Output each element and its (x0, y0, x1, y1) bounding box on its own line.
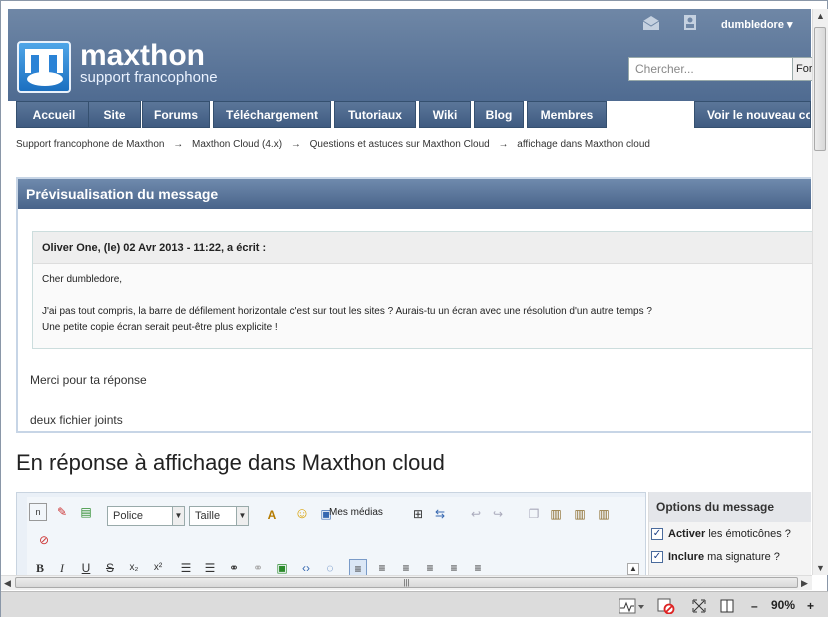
search-input[interactable]: Chercher... (628, 57, 798, 81)
quote-line: Une petite copie écran serait peut-être … (42, 322, 278, 333)
split-view-icon[interactable] (719, 598, 735, 614)
breadcrumb-arrow: → (173, 139, 184, 150)
my-media-button[interactable]: Mes médias (329, 507, 383, 518)
tab-telechargement[interactable]: Téléchargement (213, 101, 331, 128)
mail-icon[interactable] (642, 15, 660, 31)
user-menu[interactable]: dumbledore ▾ (721, 18, 793, 31)
activity-monitor-icon[interactable] (618, 598, 645, 614)
tab-forums[interactable]: Forums (142, 101, 210, 128)
quote-line: J'ai pas tout compris, la barre de défil… (42, 306, 652, 317)
tab-wiki[interactable]: Wiki (419, 101, 471, 128)
scroll-down-icon[interactable]: ▼ (816, 563, 825, 573)
gift-icon[interactable]: ⊞ (409, 505, 427, 523)
scroll-left-icon[interactable]: ◀ (4, 578, 11, 589)
chevron-down-icon: ▾ (787, 19, 793, 31)
tab-blog[interactable]: Blog (474, 101, 524, 128)
message-preview: Prévisualisation du message Oliver One, … (16, 177, 813, 433)
message-text: deux fichier joints (30, 413, 123, 427)
option-label: les émoticônes ? (705, 528, 791, 540)
font-select[interactable]: Police ▼ (107, 506, 185, 526)
editor-toolbar: n ✎ ▤ Police ▼ Taille ▼ A ☺ ▣ Mes médias ⊞… (27, 497, 645, 577)
tab-accueil[interactable]: Accueil (16, 101, 92, 128)
option-signature[interactable]: ✓ Inclure ma signature ? (651, 551, 780, 564)
site-header: maxthon support francophone dumbledore ▾… (8, 9, 818, 101)
paste-text-icon[interactable]: ▥ (571, 505, 589, 523)
remove-format-icon[interactable]: ⊘ (35, 531, 53, 549)
collapse-toolbar-icon[interactable]: ▲ (627, 563, 639, 575)
quote-line (33, 288, 813, 304)
brand-title[interactable]: maxthon (80, 39, 205, 73)
message-options: Options du message ✓ Activer les émoticôn… (648, 492, 811, 577)
tab-voir-nouveau[interactable]: Voir le nouveau co (694, 101, 811, 128)
eraser-icon[interactable]: ✎ (53, 503, 71, 521)
options-title: Options du message (649, 492, 811, 522)
breadcrumb-current: affichage dans Maxthon cloud (517, 139, 650, 150)
breadcrumb-link-home[interactable]: Support francophone de Maxthon (16, 139, 164, 150)
user-name: dumbledore (721, 19, 784, 31)
breadcrumb-link-questions[interactable]: Questions et astuces sur Maxthon Cloud (310, 139, 490, 150)
source-icon[interactable]: n (29, 503, 47, 521)
status-bar: – 90% + (1, 591, 828, 617)
horizontal-scroll-thumb[interactable]: ||| (15, 577, 798, 588)
browser-window: maxthon support francophone dumbledore ▾… (0, 0, 828, 617)
quote-line: Cher dumbledore, (42, 274, 123, 285)
table-icon[interactable]: ▤ (77, 503, 95, 521)
scroll-right-icon[interactable]: ▶ (801, 578, 808, 589)
main-nav: Accueil Site Forums Téléchargement Tutor… (8, 101, 811, 129)
block-icon[interactable] (657, 598, 675, 615)
paste-icon[interactable]: ▥ (547, 505, 565, 523)
size-select-value: Taille (195, 510, 221, 522)
tab-site[interactable]: Site (88, 101, 141, 128)
zoom-in-button[interactable]: + (807, 598, 814, 614)
tab-membres[interactable]: Membres (527, 101, 607, 128)
brand-subtitle: support francophone (80, 69, 218, 86)
chevron-down-icon: ▼ (236, 507, 248, 525)
preview-title: Prévisualisation du message (18, 179, 811, 209)
zoom-out-button[interactable]: – (751, 598, 758, 614)
rich-text-editor: n ✎ ▤ Police ▼ Taille ▼ A ☺ ▣ Mes médias ⊞… (16, 492, 646, 577)
checkbox-checked-icon[interactable]: ✓ (651, 528, 663, 541)
checkbox-checked-icon[interactable]: ✓ (651, 551, 663, 564)
reply-title: En réponse à affichage dans Maxthon clou… (16, 450, 445, 475)
option-label: ma signature ? (704, 551, 780, 563)
zoom-level[interactable]: 90% (771, 598, 795, 612)
translate-icon[interactable]: ⇆ (431, 505, 449, 523)
emoticon-icon[interactable]: ☺ (293, 505, 311, 523)
text-color-icon[interactable]: A (263, 506, 281, 524)
quote-author: Oliver One, (le) 02 Avr 2013 - 11:22, a … (33, 232, 813, 264)
copy-icon[interactable]: ❐ (525, 505, 543, 523)
scroll-up-icon[interactable]: ▲ (816, 11, 825, 21)
option-emoticons[interactable]: ✓ Activer les émoticônes ? (651, 528, 791, 541)
breadcrumb-arrow: → (290, 139, 301, 150)
contact-icon[interactable] (682, 15, 700, 31)
maxthon-logo-icon[interactable] (17, 41, 71, 93)
breadcrumb: Support francophone de Maxthon → Maxthon… (16, 139, 656, 150)
message-text: Merci pour ta réponse (30, 373, 147, 387)
redo-icon[interactable]: ↪ (489, 505, 507, 523)
fullscreen-icon[interactable] (691, 598, 707, 614)
paste-word-icon[interactable]: ▥ (595, 505, 613, 523)
tab-tutoriaux[interactable]: Tutoriaux (334, 101, 416, 128)
font-select-value: Police (113, 510, 143, 522)
breadcrumb-arrow: → (498, 139, 509, 150)
size-select[interactable]: Taille ▼ (189, 506, 249, 526)
chevron-down-icon: ▼ (172, 507, 184, 525)
option-label-bold: Activer (668, 528, 706, 540)
option-label-bold: Inclure (668, 551, 705, 563)
undo-icon[interactable]: ↩ (467, 505, 485, 523)
vertical-scroll-thumb[interactable] (814, 27, 826, 151)
quote-block: Oliver One, (le) 02 Avr 2013 - 11:22, a … (32, 231, 813, 349)
breadcrumb-link-cloud[interactable]: Maxthon Cloud (4.x) (192, 139, 282, 150)
